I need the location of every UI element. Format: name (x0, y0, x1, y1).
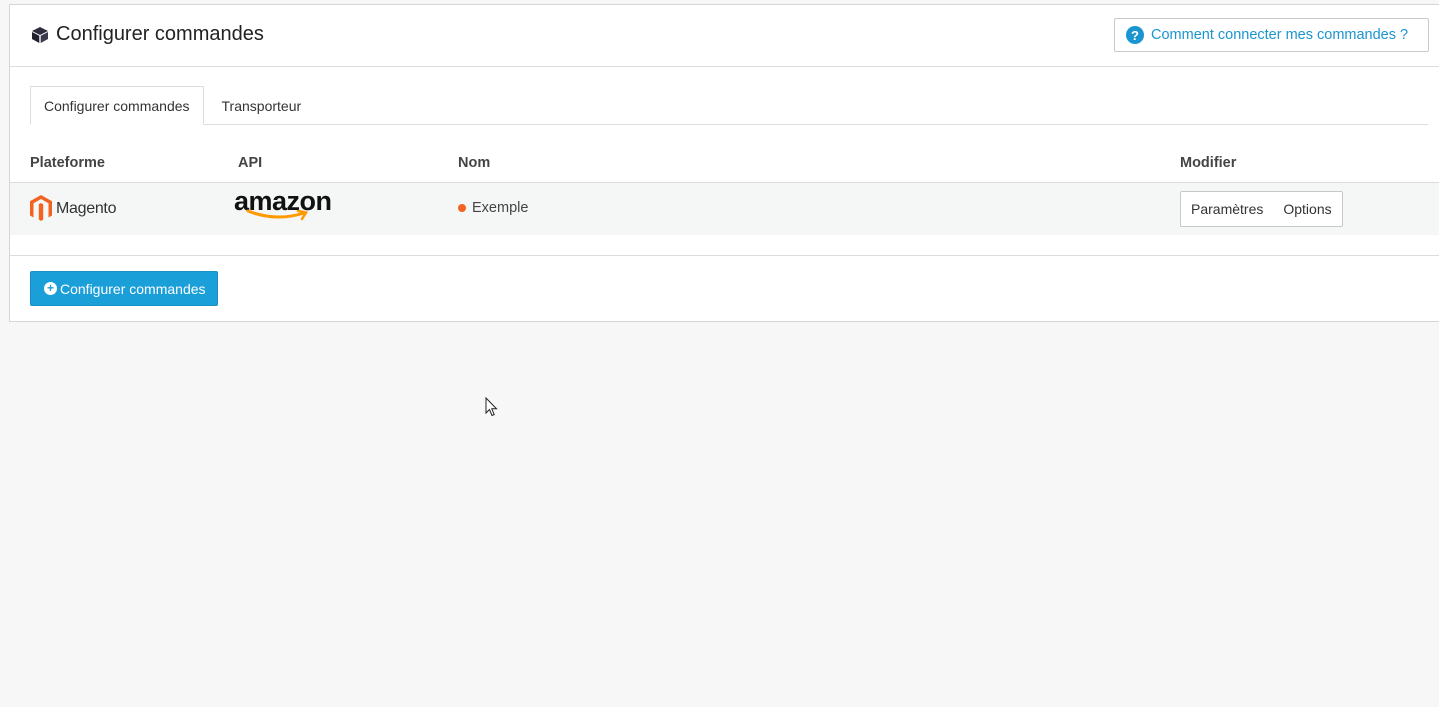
page-title: Configurer commandes (31, 23, 264, 46)
magento-logo: Magento (30, 195, 116, 222)
table-row: Magento amazon Exemple Paramètres Option… (10, 183, 1439, 235)
row-actions: Paramètres Options (1180, 191, 1343, 227)
tab-label: Configurer commandes (44, 97, 190, 114)
column-header-api: API (238, 155, 263, 171)
panel-header: Configurer commandes ? Comment connecter… (10, 5, 1439, 67)
tab-label: Transporteur (221, 97, 302, 114)
mouse-cursor-icon (485, 396, 499, 422)
column-header-nom: Nom (458, 155, 491, 171)
parametres-button[interactable]: Paramètres (1181, 192, 1273, 226)
options-button[interactable]: Options (1273, 192, 1341, 226)
column-header-modifier: Modifier (1180, 155, 1237, 171)
divider (10, 255, 1439, 256)
page-title-text: Configurer commandes (56, 23, 264, 45)
magento-icon (30, 195, 52, 221)
help-connect-orders-button[interactable]: ? Comment connecter mes commandes ? (1114, 18, 1429, 52)
tab-configurer-commandes[interactable]: Configurer commandes (30, 86, 204, 125)
column-header-plateforme: Plateforme (30, 155, 105, 171)
tabs: Configurer commandes Transporteur (30, 86, 1428, 125)
add-order-config-button[interactable]: + Configurer commandes (30, 271, 218, 306)
cube-icon (31, 26, 49, 44)
status-dot (458, 204, 466, 212)
table-header: Plateforme API Nom Modifier (10, 145, 1439, 183)
name-cell: Exemple (458, 200, 528, 216)
amazon-logo: amazon (234, 187, 332, 221)
name-value: Exemple (472, 200, 529, 216)
platform-label: Magento (56, 199, 117, 217)
question-circle-icon: ? (1126, 26, 1144, 44)
plus-circle-icon: + (44, 282, 57, 295)
tab-transporteur[interactable]: Transporteur (209, 86, 315, 125)
help-button-label: Comment connecter mes commandes ? (1151, 27, 1409, 43)
orders-config-panel: Configurer commandes ? Comment connecter… (9, 4, 1439, 322)
amazon-smile-icon (246, 209, 309, 221)
add-button-label: Configurer commandes (60, 280, 206, 297)
